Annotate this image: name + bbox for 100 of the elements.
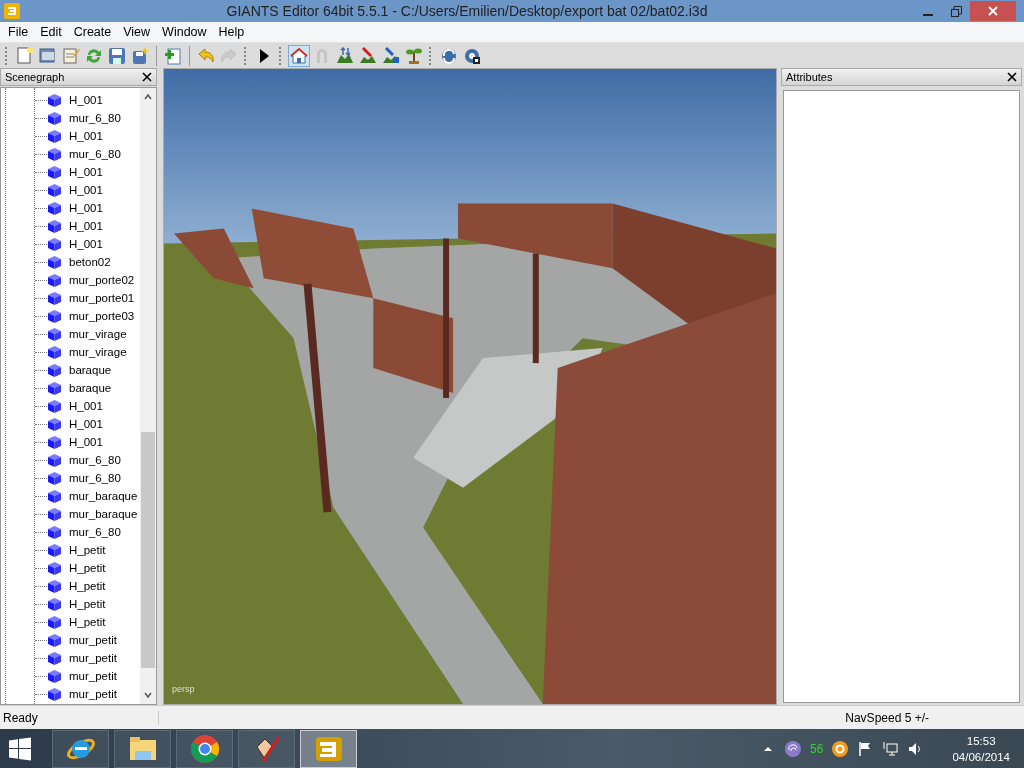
- cube-icon: [47, 398, 62, 414]
- cube-icon: [47, 380, 62, 396]
- menu-item[interactable]: Create: [67, 25, 118, 39]
- cube-icon: [47, 650, 62, 666]
- tree-item[interactable]: mur_petit: [67, 652, 119, 664]
- save-new-icon: [130, 45, 150, 66]
- scroll-up-icon[interactable]: [143, 92, 153, 102]
- tree-item[interactable]: H_petit: [67, 580, 108, 592]
- tree-item[interactable]: H_001: [67, 94, 105, 106]
- tree-item[interactable]: H_petit: [67, 544, 108, 556]
- tree-item[interactable]: mur_baraque: [67, 508, 140, 520]
- cube-icon: [47, 686, 62, 702]
- cube-icon: [47, 92, 62, 108]
- tree-item[interactable]: H_001: [67, 202, 105, 214]
- close-button[interactable]: [970, 1, 1016, 21]
- terrain-icon: [335, 45, 355, 66]
- home-tool-button[interactable]: [288, 44, 310, 67]
- home-icon: [289, 45, 309, 66]
- tree-item[interactable]: H_001: [67, 238, 105, 250]
- new-icon: [15, 45, 35, 66]
- scroll-down-icon[interactable]: [143, 690, 153, 700]
- camera-label: persp: [172, 684, 195, 694]
- cube-icon: [47, 614, 62, 630]
- restore-icon: [950, 5, 962, 17]
- tree-item[interactable]: mur_6_80: [67, 148, 123, 160]
- window-title: GIANTS Editor 64bit 5.5.1 - C:/Users/Emilien/Desktop/export bat 02/bat02.i3d: [225, 3, 709, 19]
- menu-item[interactable]: File: [2, 25, 35, 39]
- tree-item[interactable]: H_001: [67, 184, 105, 196]
- tree-item[interactable]: mur_virage: [67, 346, 129, 358]
- close-panel-button[interactable]: [1007, 72, 1017, 82]
- tree-item[interactable]: mur_6_80: [67, 454, 123, 466]
- menu-item[interactable]: Help: [212, 25, 251, 39]
- tree-item[interactable]: H_001: [67, 220, 105, 232]
- cube-icon: [47, 560, 62, 576]
- taskbar-app-button[interactable]: [238, 730, 295, 768]
- nav-speed-label: NavSpeed 5 +/-: [845, 710, 929, 725]
- tree-item[interactable]: mur_6_80: [67, 112, 123, 124]
- menu-item[interactable]: View: [117, 25, 157, 39]
- cube-icon: [47, 290, 62, 306]
- network-icon[interactable]: [882, 741, 899, 757]
- cube-icon: [47, 542, 62, 558]
- cube-icon: [47, 344, 62, 360]
- cube-icon: [47, 164, 62, 180]
- tree-item[interactable]: beton02: [67, 256, 113, 268]
- cube-icon: [47, 668, 62, 684]
- tree-item[interactable]: H_001: [67, 400, 105, 412]
- cube-icon: [47, 434, 62, 450]
- tree-item[interactable]: H_001: [67, 166, 105, 178]
- cube-icon: [47, 470, 62, 486]
- cube-icon: [47, 146, 62, 162]
- close-panel-button[interactable]: [142, 72, 152, 82]
- cube-icon: [47, 308, 62, 324]
- chrome-app-icon: [188, 733, 221, 765]
- cube-icon: [47, 452, 62, 468]
- tree-item[interactable]: H_petit: [67, 598, 108, 610]
- clock-time[interactable]: 15:53: [966, 733, 996, 749]
- tree-item[interactable]: mur_petit: [67, 670, 119, 682]
- taskbar-app-button[interactable]: [176, 730, 233, 768]
- tree-item[interactable]: H_petit: [67, 562, 108, 574]
- tray-counter[interactable]: 56: [810, 742, 824, 756]
- cube-icon: [47, 272, 62, 288]
- notepad-icon: [61, 45, 81, 66]
- taskbar-app-button[interactable]: [114, 730, 171, 768]
- cube-icon: [47, 128, 62, 144]
- scrollbar[interactable]: [140, 88, 156, 704]
- clock-date[interactable]: 04/06/2014: [952, 749, 1010, 765]
- tree-item[interactable]: baraque: [67, 364, 114, 376]
- tree-item[interactable]: mur_virage: [67, 328, 129, 340]
- tree-item[interactable]: H_001: [67, 130, 105, 142]
- tree-item[interactable]: mur_baraque: [67, 490, 140, 502]
- tree-item[interactable]: mur_porte02: [67, 274, 137, 286]
- cube-icon: [47, 326, 62, 342]
- new-tool-button[interactable]: [14, 44, 36, 67]
- cube-icon: [47, 578, 62, 594]
- tree-item[interactable]: mur_6_80: [67, 472, 123, 484]
- tree-item[interactable]: mur_6_80: [67, 526, 123, 538]
- tree-item[interactable]: H_001: [67, 418, 105, 430]
- tree-item[interactable]: baraque: [67, 382, 114, 394]
- tree-item[interactable]: mur_petit: [67, 688, 119, 700]
- cube-icon: [47, 218, 62, 234]
- panel-title: Scenegraph: [5, 71, 65, 83]
- menu-item[interactable]: Edit: [34, 25, 68, 39]
- add-icon: [163, 45, 183, 66]
- cube-icon: [47, 110, 62, 126]
- app-logo-icon: [4, 3, 20, 19]
- 3d-scene-drawing[interactable]: [164, 69, 776, 704]
- tree-item[interactable]: mur_petit: [67, 634, 119, 646]
- menu-item[interactable]: Window: [156, 25, 213, 39]
- tree-item[interactable]: H_petit: [67, 616, 108, 628]
- taskbar-app-button[interactable]: [52, 730, 109, 768]
- tree-item[interactable]: H_001: [67, 436, 105, 448]
- windows-logo-icon: [8, 737, 32, 761]
- cube-icon: [47, 596, 62, 612]
- cube-icon: [47, 182, 62, 198]
- ring-icon[interactable]: [832, 741, 849, 757]
- tree-item[interactable]: mur_porte01: [67, 292, 137, 304]
- cube-icon: [47, 632, 62, 648]
- tree-item[interactable]: mur_porte03: [67, 310, 137, 322]
- paint-icon: [358, 45, 378, 66]
- cube-icon: [47, 524, 62, 540]
